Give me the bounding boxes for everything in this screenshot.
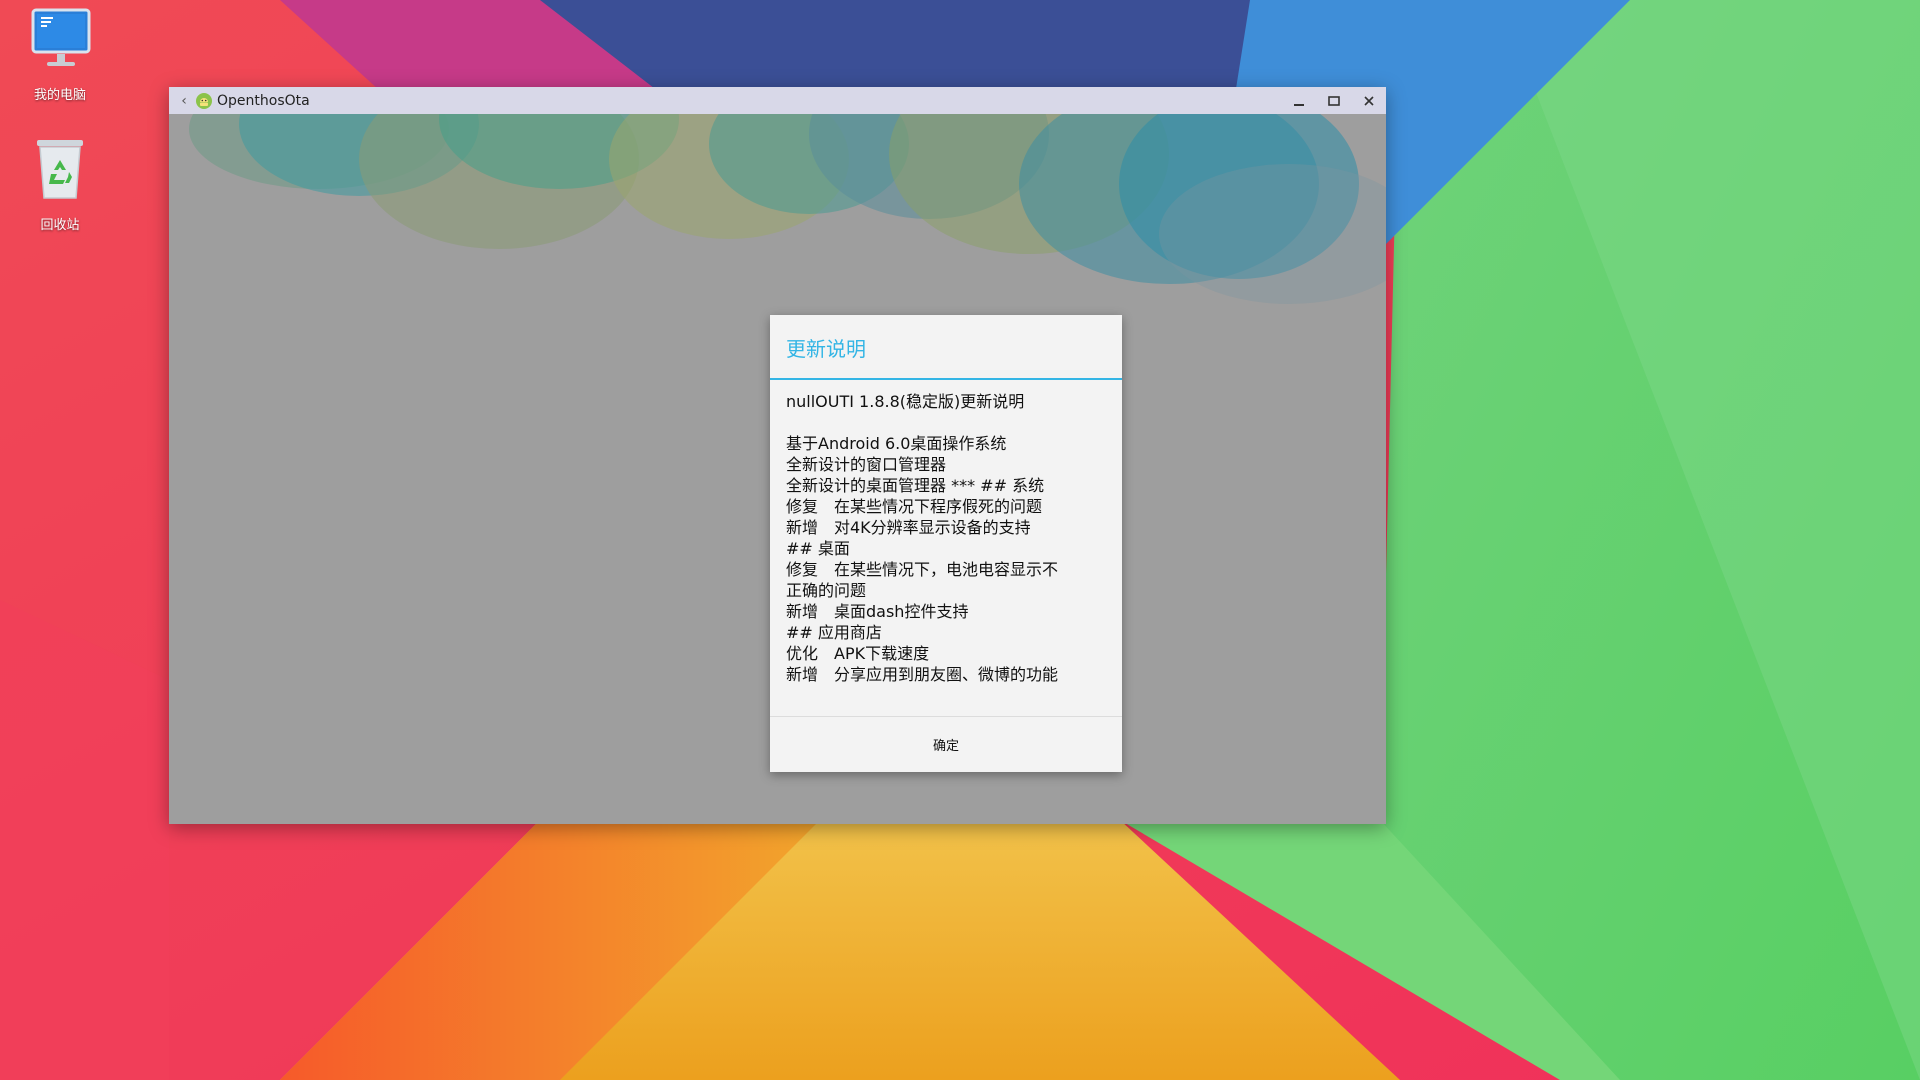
dialog-message-line: 新增 分享应用到朋友圈、微博的功能 [786,665,1059,684]
window-title: OpenthosOta [217,92,310,109]
maximize-button[interactable] [1316,87,1351,114]
window-titlebar[interactable]: ‹ OpenthosOta [169,87,1386,115]
desktop-icon-label: 回收站 [40,218,80,233]
dialog-message-line: 全新设计的窗口管理器 [786,455,947,474]
dialog-message-line: 全新设计的桌面管理器 *** ## 系统 [786,476,1045,495]
dialog-message-line: 基于Android 6.0桌面操作系统 [786,434,1007,453]
maximize-icon [1327,95,1340,106]
dialog-title: 更新说明 [786,337,866,361]
dialog-message-line: 新增 桌面dash控件支持 [786,602,969,621]
computer-icon [31,8,91,66]
dialog-message-line: ## 应用商店 [786,623,882,642]
ok-button[interactable]: 确定 [770,717,1122,772]
dialog-message-line: nullOUTI 1.8.8(稳定版)更新说明 [786,392,1025,411]
desktop-icon-recycle-bin[interactable]: 回收站 [10,134,110,233]
minimize-button[interactable] [1281,87,1316,114]
desktop-icon-my-computer[interactable]: 我的电脑 [10,4,110,103]
close-button[interactable] [1351,87,1386,114]
recycle-bin-icon [37,140,83,199]
dialog-message-line: 修复 在某些情况下，电池电容显示不 [786,560,1059,579]
dialog-message-line: 正确的问题 [786,581,867,600]
dialog-message-line: 新增 对4K分辨率显示设备的支持 [786,518,1031,537]
update-notes-dialog: 更新说明 nullOUTI 1.8.8(稳定版)更新说明 基于Android 6.… [770,315,1122,772]
dialog-message-line [786,412,1110,433]
app-window: ‹ OpenthosOta 更新说明 nullOUTI 1.8.8(稳定版)更新… [169,87,1386,824]
desktop-icon-label: 我的电脑 [33,88,86,103]
dialog-title-divider [770,378,1122,380]
dialog-message-line: 修复 在某些情况下程序假死的问题 [786,497,1043,516]
back-icon[interactable]: ‹ [173,87,195,114]
minimize-icon [1293,103,1304,106]
dialog-message-line: 优化 APK下载速度 [786,644,930,663]
dialog-message: nullOUTI 1.8.8(稳定版)更新说明 基于Android 6.0桌面操作… [786,391,1110,685]
app-content: 更新说明 nullOUTI 1.8.8(稳定版)更新说明 基于Android 6.… [169,114,1386,824]
dialog-message-line: ## 桌面 [786,539,850,558]
android-icon [196,92,212,109]
close-icon [1363,95,1374,106]
desktop: 我的电脑 回收站 ‹ OpenthosOta 更新说明 nullOUTI 1.8… [0,0,1920,1080]
